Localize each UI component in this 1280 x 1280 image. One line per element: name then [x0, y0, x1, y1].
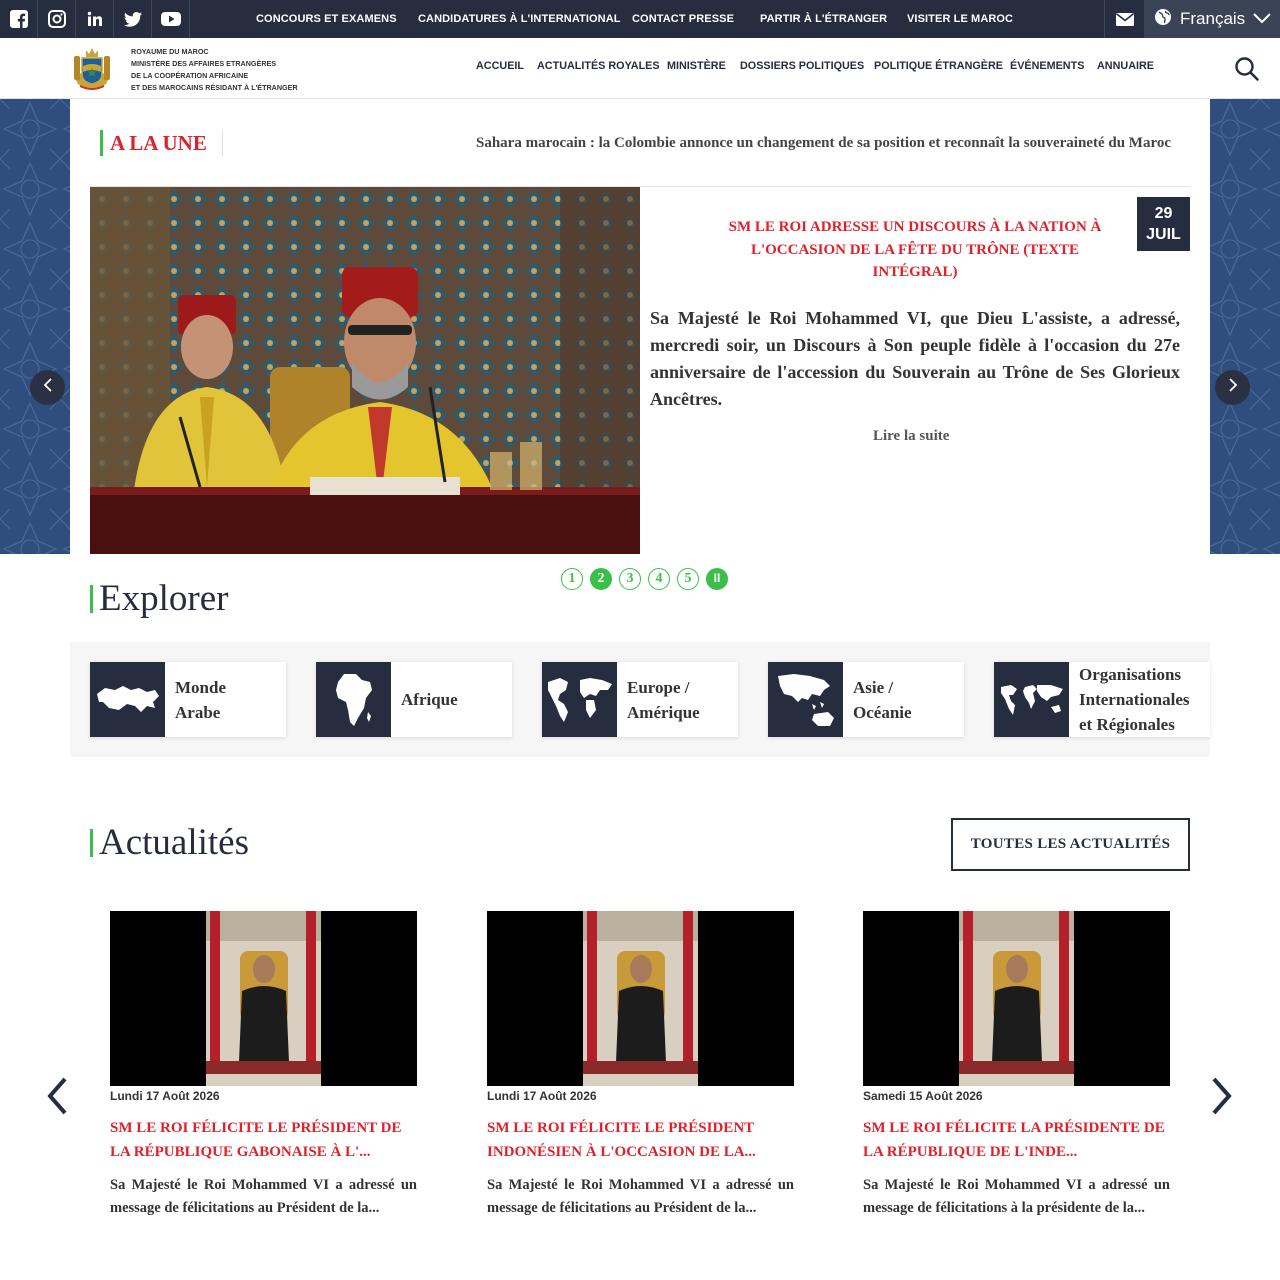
read-more-link[interactable]: Lire la suite — [873, 428, 949, 445]
hero-article-summary: Sa Majesté le Roi Mohammed VI, que Dieu … — [650, 308, 1180, 409]
date-month: JUIL — [1146, 226, 1181, 243]
explorer-title-text: Explorer — [99, 578, 229, 619]
news-summary: Sa Majesté le Roi Mohammed VI a adressé … — [487, 1177, 794, 1216]
world-map-icon — [994, 662, 1069, 737]
region-europe-amerique[interactable]: Europe / Amérique — [542, 662, 738, 737]
ministry-line: DE LA COOPÉRATION AFRICAINE — [131, 71, 249, 80]
twitter-icon[interactable] — [114, 0, 152, 38]
news-thumbnail[interactable] — [110, 911, 417, 1086]
hero-prev-button[interactable] — [30, 370, 65, 405]
news-title[interactable]: SM LE ROI FÉLICITE LE PRÉSIDENT DE LA RÉ… — [110, 1116, 417, 1164]
nav-ministere[interactable]: MINISTÈRE — [667, 60, 726, 72]
carousel-dot-5[interactable]: 5 — [677, 568, 699, 590]
carousel-dot-4[interactable]: 4 — [648, 568, 670, 590]
region-label-line: Amérique — [627, 702, 700, 722]
ministry-name: ROYAUME DU MAROC MINISTÈRE DES AFFAIRES … — [131, 46, 298, 94]
news-section-title: Actualités — [90, 824, 249, 861]
news-title[interactable]: SM LE ROI FÉLICITE LA PRÉSIDENTE DE LA R… — [863, 1116, 1170, 1164]
nav-evenements[interactable]: ÉVÉNEMENTS — [1010, 60, 1084, 72]
carousel-pause-button[interactable]: II — [706, 568, 728, 590]
divider — [222, 130, 223, 156]
hero-article-title[interactable]: SM LE ROI ADRESSE UN DISCOURS À LA NATIO… — [715, 216, 1115, 284]
region-label: Organisations Internationales et Régiona… — [1079, 662, 1190, 737]
news-date: Lundi 17 Août 2026 — [110, 1089, 220, 1103]
mail-icon[interactable] — [1104, 0, 1144, 38]
chevron-left-icon — [43, 378, 53, 397]
region-label-line: Organisations — [1079, 665, 1182, 684]
nav-politique-etrangere[interactable]: POLITIQUE ÉTRANGÈRE — [874, 60, 1003, 72]
news-date: Lundi 17 Août 2026 — [487, 1089, 597, 1103]
africa-map-icon — [316, 662, 391, 737]
news-next-button[interactable] — [1207, 1077, 1237, 1120]
region-label-line: Monde — [175, 677, 226, 697]
region-label-line: Afrique — [401, 690, 458, 709]
news-thumbnail[interactable] — [863, 911, 1170, 1086]
coat-of-arms-logo[interactable] — [70, 44, 114, 92]
region-label: Asie / Océanie — [853, 662, 912, 737]
search-icon[interactable] — [1234, 56, 1260, 82]
nav-annuaire[interactable]: ANNUAIRE — [1097, 60, 1154, 72]
topnav-concours[interactable]: CONCOURS ET EXAMENS — [256, 0, 397, 38]
youtube-icon[interactable] — [152, 0, 190, 38]
carousel-pagination: 1 2 3 4 5 II — [561, 568, 735, 590]
region-label-line: et Régionales — [1079, 715, 1175, 734]
news-thumbnail[interactable] — [487, 911, 794, 1086]
facebook-icon[interactable] — [0, 0, 38, 38]
news-title[interactable]: SM LE ROI FÉLICITE LE PRÉSIDENT INDONÉSI… — [487, 1116, 794, 1164]
news-summary: Sa Majesté le Roi Mohammed VI a adressé … — [110, 1177, 417, 1216]
globe-icon — [1154, 8, 1172, 31]
region-organisations[interactable]: Organisations Internationales et Régiona… — [994, 662, 1210, 737]
news-ticker[interactable]: Sahara marocain : la Colombie annonce un… — [476, 132, 1180, 154]
region-asie-oceanie[interactable]: Asie / Océanie — [768, 662, 964, 737]
hero-photo[interactable] — [90, 187, 640, 554]
explorer-title: Explorer — [90, 580, 228, 617]
article-date-badge: 29 JUIL — [1137, 197, 1190, 251]
region-label: Afrique — [401, 662, 458, 737]
linkedin-icon[interactable] — [76, 0, 114, 38]
language-selector[interactable]: Français — [1144, 0, 1280, 38]
chevron-left-icon — [46, 1077, 68, 1120]
carousel-dot-3[interactable]: 3 — [619, 568, 641, 590]
nav-actualites-royales[interactable]: ACTUALITÉS ROYALES — [537, 60, 660, 72]
region-label-line: Internationales — [1079, 690, 1190, 709]
region-label-line: Europe / — [627, 677, 690, 697]
ministry-line: ROYAUME DU MAROC — [131, 47, 209, 56]
chevron-down-icon — [1253, 9, 1271, 29]
instagram-icon[interactable] — [38, 0, 76, 38]
news-summary: Sa Majesté le Roi Mohammed VI a adressé … — [863, 1177, 1170, 1216]
topnav-candidatures[interactable]: CANDIDATURES À L'INTERNATIONAL — [418, 0, 621, 38]
site-header: ROYAUME DU MAROC MINISTÈRE DES AFFAIRES … — [0, 38, 1280, 99]
topnav-partir-etranger[interactable]: PARTIR À L'ÉTRANGER — [760, 0, 887, 38]
news-title-text: Actualités — [99, 822, 250, 863]
all-news-button[interactable]: TOUTES LES ACTUALITÉS — [951, 818, 1190, 871]
europe-america-map-icon — [542, 662, 617, 737]
region-monde-arabe[interactable]: Monde Arabe — [90, 662, 286, 737]
carousel-dot-1[interactable]: 1 — [561, 568, 583, 590]
region-label: Europe / Amérique — [627, 662, 700, 737]
region-label-line: Arabe — [175, 702, 221, 722]
region-label-line: Océanie — [853, 702, 912, 722]
region-label: Monde Arabe — [175, 662, 226, 737]
region-label-line: Asie / — [853, 677, 894, 697]
carousel-dot-2[interactable]: 2 — [590, 568, 612, 590]
topnav-visiter-maroc[interactable]: VISITER LE MAROC — [907, 0, 1013, 38]
region-afrique[interactable]: Afrique — [316, 662, 512, 737]
chevron-right-icon — [1211, 1077, 1233, 1120]
nav-dossiers-politiques[interactable]: DOSSIERS POLITIQUES — [740, 60, 864, 72]
news-date: Samedi 15 Août 2026 — [863, 1089, 983, 1103]
asia-oceania-map-icon — [768, 662, 843, 737]
hero-next-button[interactable] — [1215, 370, 1250, 405]
nav-accueil[interactable]: ACCUEIL — [476, 60, 524, 72]
ministry-line: MINISTÈRE DES AFFAIRES ETRANGÈRES — [131, 59, 277, 68]
arab-world-map-icon — [90, 662, 165, 737]
chevron-right-icon — [1228, 378, 1238, 397]
date-day: 29 — [1154, 205, 1173, 222]
top-bar: CONCOURS ET EXAMENS CANDIDATURES À L'INT… — [0, 0, 1280, 38]
news-prev-button[interactable] — [42, 1077, 72, 1120]
language-label: Français — [1180, 9, 1246, 28]
a-la-une-label: A LA UNE — [100, 130, 207, 156]
ministry-line: ET DES MAROCAINS RÉSIDANT À L'ÉTRANGER — [131, 83, 298, 92]
topnav-contact-presse[interactable]: CONTACT PRESSE — [632, 0, 734, 38]
